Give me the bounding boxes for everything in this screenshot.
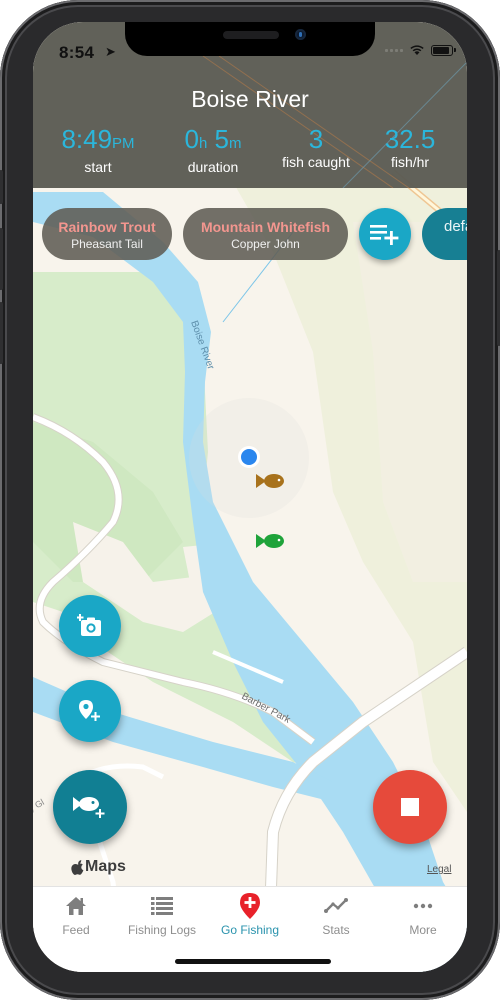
home-indicator[interactable] xyxy=(175,959,331,964)
status-icons xyxy=(385,44,456,56)
chip-fly: Pheasant Tail xyxy=(71,237,143,251)
notch xyxy=(125,22,375,56)
stat-start: 8:49PM start xyxy=(43,124,153,175)
add-fish-button[interactable] xyxy=(53,770,127,844)
stat-fish-per-hour: 32.5 fish/hr xyxy=(355,124,465,170)
front-camera xyxy=(295,29,306,40)
quick-catch-chip[interactable]: Mountain Whitefish Copper John xyxy=(183,208,348,260)
add-photo-button[interactable] xyxy=(59,595,121,657)
status-time: 8:54 xyxy=(59,43,95,62)
chip-species: Rainbow Trout xyxy=(58,219,156,235)
chip-fly: Copper John xyxy=(231,237,300,251)
stat-label: fish/hr xyxy=(390,154,430,170)
stat-label: duration xyxy=(187,159,239,175)
tab-label: Stats xyxy=(322,923,350,937)
fish-per-hour-value: 32.5 xyxy=(384,124,436,154)
signal-icon xyxy=(385,48,403,52)
screen: Boise River Barber Park y Gl 8:54 ➤ Bois… xyxy=(33,22,467,972)
duration-minutes: 5 xyxy=(214,124,229,154)
stat-duration: 0h 5m duration xyxy=(158,124,268,175)
mute-switch xyxy=(0,170,3,204)
battery-icon xyxy=(431,44,456,56)
add-spot-button[interactable] xyxy=(59,680,121,742)
user-location-dot-icon xyxy=(238,446,260,468)
maps-attribution-text: Maps xyxy=(85,858,126,875)
add-fish-icon xyxy=(73,797,105,818)
quick-catch-chip[interactable]: Rainbow Trout Pheasant Tail xyxy=(42,208,172,260)
stop-icon xyxy=(401,798,419,816)
tab-label: More xyxy=(409,923,437,937)
line-chart-icon xyxy=(324,898,348,913)
location-arrow-icon: ➤ xyxy=(105,44,116,59)
volume-down-button xyxy=(0,302,3,364)
volume-up-button xyxy=(0,228,3,290)
default-chip[interactable]: defa xyxy=(422,208,467,260)
more-dots-icon xyxy=(413,903,433,909)
tab-label: Feed xyxy=(62,923,90,937)
tab-label: Go Fishing xyxy=(220,923,280,937)
apple-logo-icon xyxy=(71,859,84,875)
tab-fishing-logs[interactable]: Fishing Logs xyxy=(119,893,205,937)
speaker xyxy=(223,31,279,39)
start-time-value: 8:49 xyxy=(61,124,113,154)
quick-catch-chips: Rainbow Trout Pheasant Tail Mountain Whi… xyxy=(33,208,467,260)
add-location-icon xyxy=(79,700,100,721)
hours-unit: h xyxy=(198,135,208,152)
duration-hours: 0 xyxy=(184,124,199,154)
home-icon xyxy=(66,897,86,915)
stop-trip-button[interactable] xyxy=(373,770,447,844)
add-photo-icon xyxy=(77,614,101,636)
stat-label: start xyxy=(84,159,112,175)
start-time-unit: PM xyxy=(112,135,135,152)
tab-stats[interactable]: Stats xyxy=(293,893,379,937)
phone-frame: Boise River Barber Park y Gl 8:54 ➤ Bois… xyxy=(0,0,500,1000)
tab-feed[interactable]: Feed xyxy=(33,893,119,937)
add-chip-button[interactable] xyxy=(359,208,411,260)
tab-more[interactable]: More xyxy=(380,893,466,937)
maps-attribution: Maps xyxy=(71,858,126,876)
playlist-add-icon xyxy=(370,225,399,245)
map-pin-plus-icon xyxy=(240,893,260,919)
minutes-unit: m xyxy=(229,135,242,152)
tab-go-fishing[interactable]: Go Fishing xyxy=(207,893,293,937)
chip-species: Mountain Whitefish xyxy=(200,219,331,235)
wifi-icon xyxy=(410,45,424,55)
page-title: Boise River xyxy=(191,86,309,112)
legal-link[interactable]: Legal xyxy=(427,864,451,875)
list-icon xyxy=(151,897,173,915)
tab-label: Fishing Logs xyxy=(127,923,197,937)
